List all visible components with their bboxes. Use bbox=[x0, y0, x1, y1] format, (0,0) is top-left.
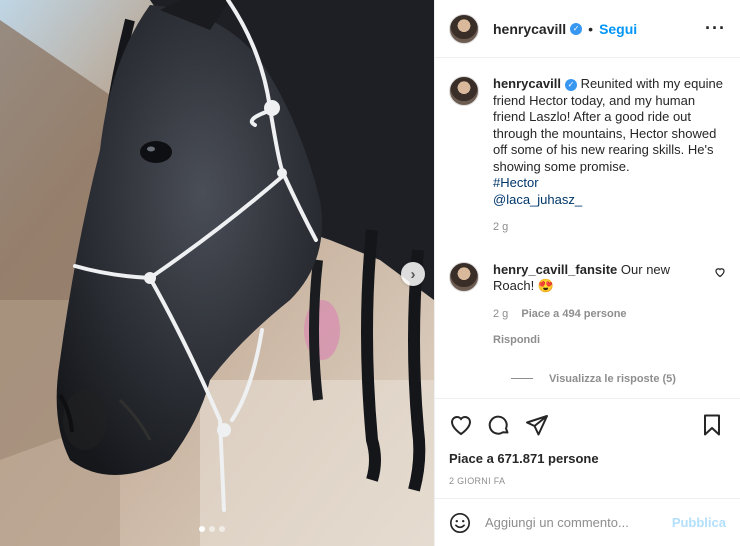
verified-badge-icon: ✓ bbox=[570, 22, 583, 35]
likes-count[interactable]: Piace a 671.871 persone bbox=[449, 451, 726, 466]
comment-item: henry_cavill_fansite Our new Roach! 😍 2 … bbox=[449, 261, 726, 349]
commenter-avatar[interactable] bbox=[449, 261, 479, 292]
action-icons bbox=[449, 413, 726, 437]
horse-photo bbox=[0, 0, 434, 546]
chevron-right-icon: › bbox=[410, 265, 416, 283]
separator-dot: • bbox=[588, 20, 594, 37]
comment-input[interactable] bbox=[485, 515, 672, 530]
carousel-dot bbox=[209, 526, 215, 532]
comment-meta: 2 g Piace a 494 persone bbox=[493, 306, 706, 323]
more-options-icon[interactable]: ··· bbox=[705, 18, 726, 39]
view-replies-button[interactable]: Visualizza le risposte (5) bbox=[511, 373, 726, 385]
commenter-username[interactable]: henry_cavill_fansite bbox=[493, 262, 617, 277]
author-username[interactable]: henrycavill bbox=[493, 21, 566, 37]
comment-likes[interactable]: Piace a 494 persone bbox=[521, 308, 626, 320]
verified-badge-icon: ✓ bbox=[564, 79, 577, 91]
share-icon[interactable] bbox=[525, 413, 549, 437]
mention-link[interactable]: @laca_juhasz_ bbox=[493, 192, 726, 209]
bookmark-icon[interactable] bbox=[700, 413, 724, 437]
add-comment-bar: Pubblica bbox=[435, 498, 740, 546]
post-side-panel: henrycavill ✓ • Segui ··· henrycavill ✓ R… bbox=[434, 0, 740, 546]
caption-username[interactable]: henrycavill bbox=[493, 76, 561, 91]
comments-section[interactable]: henrycavill ✓ Reunited with my equine fri… bbox=[435, 58, 740, 398]
author-avatar[interactable] bbox=[449, 13, 479, 44]
follow-button[interactable]: Segui bbox=[599, 21, 637, 37]
hashtag-link[interactable]: #Hector bbox=[493, 175, 726, 192]
emoji-icon[interactable] bbox=[449, 512, 471, 534]
post-actions: Piace a 671.871 persone 2 GIORNI FA bbox=[435, 398, 740, 486]
carousel-dot bbox=[219, 526, 225, 532]
carousel-indicator bbox=[199, 526, 225, 532]
comment-icon[interactable] bbox=[487, 413, 511, 437]
comment-like-heart-icon[interactable] bbox=[714, 266, 726, 278]
view-replies-label: Visualizza le risposte (5) bbox=[549, 372, 676, 385]
replies-divider bbox=[511, 378, 533, 379]
reply-button[interactable]: Rispondi bbox=[493, 332, 706, 349]
caption: henrycavill ✓ Reunited with my equine fri… bbox=[449, 76, 726, 236]
publish-button[interactable]: Pubblica bbox=[672, 515, 726, 530]
author-avatar[interactable] bbox=[449, 76, 479, 106]
caption-age: 2 g bbox=[493, 221, 509, 233]
post-timestamp: 2 GIORNI FA bbox=[449, 476, 506, 486]
post-photo: › bbox=[0, 0, 434, 546]
carousel-dot bbox=[199, 526, 205, 532]
post-header: henrycavill ✓ • Segui ··· bbox=[435, 0, 740, 58]
comment-age: 2 g bbox=[493, 307, 509, 320]
carousel-next-button[interactable]: › bbox=[401, 262, 425, 286]
heart-icon[interactable] bbox=[449, 413, 473, 437]
